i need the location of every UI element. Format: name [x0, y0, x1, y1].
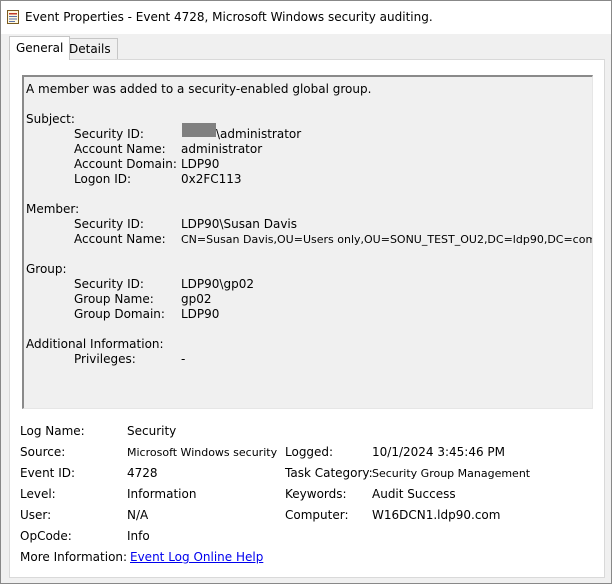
subject-heading: Subject: — [26, 112, 75, 126]
log-name-label: Log Name: — [20, 424, 85, 438]
subject-account-domain-label: Account Domain: — [74, 157, 177, 171]
event-viewer-icon — [7, 10, 19, 24]
event-log-online-help-link[interactable]: Event Log Online Help — [130, 550, 263, 565]
log-name-value: Security — [127, 424, 177, 438]
group-heading: Group: — [26, 262, 67, 276]
user-value: N/A — [127, 508, 149, 522]
more-information-label: More Information: — [20, 550, 128, 564]
user-label: User: — [20, 508, 52, 522]
event-description-box[interactable]: A member was added to a security-enabled… — [22, 75, 593, 409]
keywords-value: Audit Success — [372, 487, 456, 501]
group-domain-label: Group Domain: — [74, 307, 165, 321]
member-security-id-label: Security ID: — [74, 217, 144, 231]
level-value: Information — [127, 487, 197, 501]
title-bar[interactable]: Event Properties - Event 4728, Microsoft… — [1, 1, 611, 34]
member-heading: Member: — [26, 202, 80, 216]
task-category-label: Task Category: — [285, 466, 373, 480]
keywords-label: Keywords: — [285, 487, 347, 501]
event-properties-window: Event Properties - Event 4728, Microsoft… — [0, 0, 612, 584]
privileges-value: - — [181, 352, 186, 366]
group-name-label: Group Name: — [74, 292, 154, 306]
computer-value: W16DCN1.ldp90.com — [372, 508, 501, 522]
group-name-value: gp02 — [181, 292, 212, 306]
tab-details[interactable]: Details — [62, 38, 118, 59]
source-label: Source: — [20, 445, 66, 459]
event-headline: A member was added to a security-enabled… — [26, 82, 372, 96]
subject-account-name-value: administrator — [181, 142, 263, 156]
member-security-id-value: LDP90\Susan Davis — [181, 217, 298, 231]
subject-security-id-value: \administrator — [216, 127, 302, 141]
level-label: Level: — [20, 487, 56, 501]
subject-account-domain-value: LDP90 — [181, 157, 220, 171]
group-security-id-label: Security ID: — [74, 277, 144, 291]
event-id-label: Event ID: — [20, 466, 76, 480]
general-panel: A member was added to a security-enabled… — [9, 59, 605, 578]
group-domain-value: LDP90 — [181, 307, 220, 321]
subject-security-id-label: Security ID: — [74, 127, 144, 141]
computer-label: Computer: — [285, 508, 349, 522]
tab-general[interactable]: General — [9, 36, 71, 60]
opcode-value: Info — [127, 529, 150, 543]
member-account-name-label: Account Name: — [74, 232, 166, 246]
subject-logon-id-value: 0x2FC113 — [181, 172, 242, 186]
additional-info-heading: Additional Information: — [26, 337, 164, 351]
redacted-block — [182, 123, 216, 137]
task-category-value: Security Group Management — [372, 467, 531, 480]
member-account-name-value: CN=Susan Davis,OU=Users only,OU=SONU_TES… — [181, 233, 593, 246]
opcode-label: OpCode: — [20, 529, 72, 543]
logged-label: Logged: — [285, 445, 334, 459]
source-value: Microsoft Windows security — [127, 446, 278, 459]
window-title: Event Properties - Event 4728, Microsoft… — [25, 10, 433, 24]
logged-value: 10/1/2024 3:45:46 PM — [372, 445, 506, 459]
privileges-label: Privileges: — [74, 352, 136, 366]
subject-logon-id-label: Logon ID: — [74, 172, 132, 186]
event-id-value: 4728 — [127, 466, 158, 480]
group-security-id-value: LDP90\gp02 — [181, 277, 254, 291]
subject-account-name-label: Account Name: — [74, 142, 166, 156]
